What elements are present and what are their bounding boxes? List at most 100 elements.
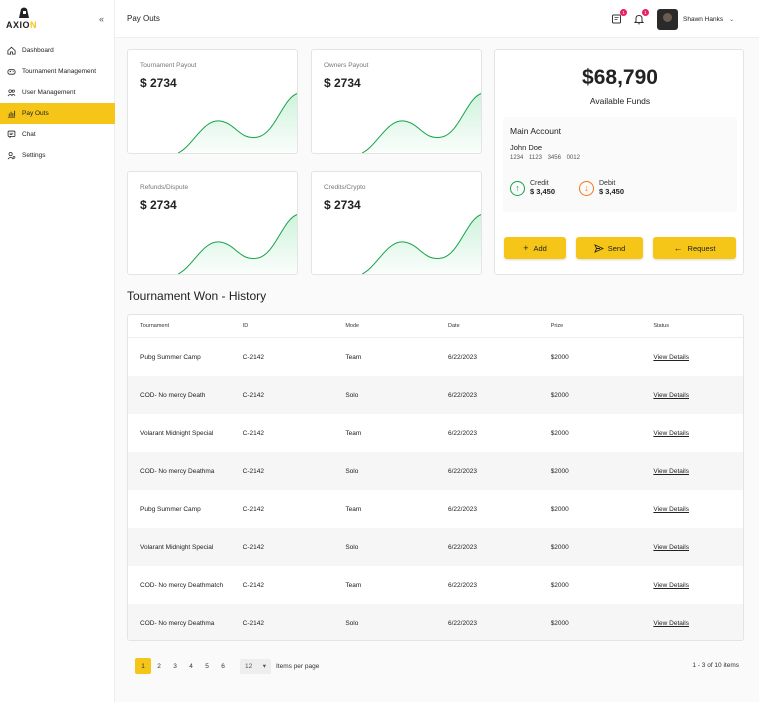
- cell-date: 6/22/2023: [448, 467, 477, 475]
- cell-mode: Team: [345, 353, 362, 361]
- cell-tournament: Volarant Midnight Special: [140, 543, 214, 551]
- add-button-label: Add: [533, 243, 547, 253]
- last-page-icon[interactable]: ⏭: [135, 698, 151, 702]
- page-button[interactable]: 2: [151, 658, 167, 674]
- logo-helmet-icon: [19, 7, 29, 18]
- cell-tournament: COD- No mercy Deathma: [140, 467, 215, 475]
- stat-card-tournament-payout: Tournament Payout $ 2734: [127, 49, 298, 154]
- view-details-link[interactable]: View Details: [653, 468, 689, 475]
- cell-id: C-2142: [242, 391, 264, 399]
- sidebar-item-settings[interactable]: Settings: [0, 145, 115, 166]
- add-button[interactable]: + Add: [504, 237, 566, 259]
- request-button-label: Request: [687, 243, 716, 253]
- page-button[interactable]: 3: [167, 658, 183, 674]
- view-details-link[interactable]: View Details: [653, 544, 689, 551]
- user-menu[interactable]: Shawn Hanks ⌄: [657, 9, 734, 30]
- page-button[interactable]: 4: [183, 658, 199, 674]
- table-row: Volarant Midnight Special C-2142 Solo 6/…: [128, 528, 743, 566]
- users-icon: [7, 89, 16, 97]
- cell-date: 6/22/2023: [448, 429, 477, 437]
- cell-mode: Solo: [345, 391, 359, 399]
- per-page-select[interactable]: 12 ▾: [240, 658, 271, 674]
- sidebar-item-dashboard[interactable]: Dashboard: [0, 40, 115, 61]
- top-header: Pay Outs 1 1 Shawn Hanks ⌄: [115, 0, 759, 38]
- cell-date: 6/22/2023: [448, 619, 477, 627]
- table-row: Pubg Summer Camp C-2142 Team 6/22/2023 $…: [128, 338, 743, 376]
- dropdown-arrow-icon: ▾: [262, 663, 266, 670]
- cell-id: C-2142: [242, 429, 264, 437]
- page-title: Pay Outs: [127, 14, 160, 23]
- cell-prize: $2000: [550, 543, 569, 551]
- cell-mode: Team: [345, 581, 362, 589]
- sidebar-item-pay-outs[interactable]: Pay Outs: [0, 103, 115, 124]
- credit-summary: ↑ Credit $ 3,450: [510, 180, 555, 197]
- sidebar-item-tournament-management[interactable]: Tournament Management: [0, 61, 115, 82]
- per-page-value: 12: [245, 662, 253, 670]
- send-button-label: Send: [607, 243, 626, 253]
- avatar: [657, 9, 678, 30]
- table-row: COD- No mercy Deathma C-2142 Solo 6/22/2…: [128, 452, 743, 490]
- account-title: Main Account: [510, 126, 562, 136]
- debit-amount: $ 3,450: [599, 187, 625, 197]
- cell-prize: $2000: [550, 467, 569, 475]
- history-title: Tournament Won - History: [127, 289, 267, 303]
- cell-mode: Solo: [345, 619, 359, 627]
- cell-prize: $2000: [550, 505, 569, 513]
- stat-card-owners-payout: Owners Payout $ 2734: [311, 49, 482, 154]
- brand-logo[interactable]: AXION: [6, 6, 46, 34]
- view-details-link[interactable]: View Details: [653, 392, 689, 399]
- view-details-link[interactable]: View Details: [653, 582, 689, 589]
- brand-name: AXION: [6, 20, 37, 30]
- arrow-down-icon: ↓: [579, 180, 594, 196]
- send-button[interactable]: Send: [576, 237, 643, 259]
- sidebar-item-user-management[interactable]: User Management: [0, 82, 115, 103]
- settings-icon: [7, 152, 16, 160]
- cell-mode: Solo: [345, 543, 359, 551]
- plus-icon: +: [523, 243, 529, 253]
- page-button[interactable]: 5: [199, 658, 215, 674]
- table-header: Tournament ID Mode Date Prize Status: [128, 315, 743, 338]
- cell-tournament: Pubg Summer Camp: [140, 505, 201, 513]
- column-header: Tournament: [140, 323, 170, 329]
- cell-date: 6/22/2023: [448, 543, 477, 551]
- notifications-badge: 1: [642, 9, 649, 16]
- sidebar-item-label: Tournament Management: [22, 68, 97, 75]
- request-button[interactable]: ← Request: [653, 237, 736, 259]
- collapse-sidebar-icon[interactable]: «: [99, 14, 104, 24]
- home-icon: [7, 46, 16, 55]
- notifications-button[interactable]: 1: [633, 9, 649, 25]
- cell-id: C-2142: [242, 353, 264, 361]
- sidebar-item-chat[interactable]: Chat: [0, 124, 115, 145]
- page-button[interactable]: 1: [135, 658, 151, 674]
- card-value: $ 2734: [324, 198, 361, 212]
- cell-tournament: COD- No mercy Deathmatch: [140, 581, 224, 589]
- sparkline-chart: [178, 214, 297, 274]
- funds-amount: $68,790: [582, 66, 658, 89]
- sidebar-item-label: Pay Outs: [22, 110, 49, 117]
- send-icon: [593, 243, 604, 253]
- pagination-range: 1 - 3 of 10 items: [692, 662, 739, 669]
- card-label: Owners Payout: [324, 62, 369, 69]
- gamepad-icon: [7, 69, 16, 75]
- chart-icon: [7, 110, 16, 118]
- cell-tournament: Volarant Midnight Special: [140, 429, 214, 437]
- cell-prize: $2000: [550, 619, 569, 627]
- column-header: Mode: [345, 323, 360, 329]
- available-funds-card: $68,790 Available Funds Main Account Joh…: [494, 49, 744, 275]
- table-row: Volarant Midnight Special C-2142 Team 6/…: [128, 414, 743, 452]
- cell-mode: Solo: [345, 467, 359, 475]
- table-row: COD- No mercy Deathmatch C-2142 Team 6/2…: [128, 566, 743, 604]
- brand-name-dark: AXIO: [6, 20, 31, 30]
- cell-prize: $2000: [550, 353, 569, 361]
- cell-id: C-2142: [242, 543, 264, 551]
- view-details-link[interactable]: View Details: [653, 430, 689, 437]
- view-details-link[interactable]: View Details: [653, 506, 689, 513]
- view-details-link[interactable]: View Details: [653, 620, 689, 627]
- page-button[interactable]: 6: [215, 658, 231, 674]
- cell-prize: $2000: [550, 429, 569, 437]
- card-label: Refunds/Dispute: [140, 184, 189, 191]
- view-details-link[interactable]: View Details: [653, 354, 689, 361]
- column-header: Prize: [550, 323, 564, 329]
- messages-button[interactable]: 1: [611, 9, 627, 24]
- history-table: Tournament ID Mode Date Prize Status Pub…: [127, 314, 744, 641]
